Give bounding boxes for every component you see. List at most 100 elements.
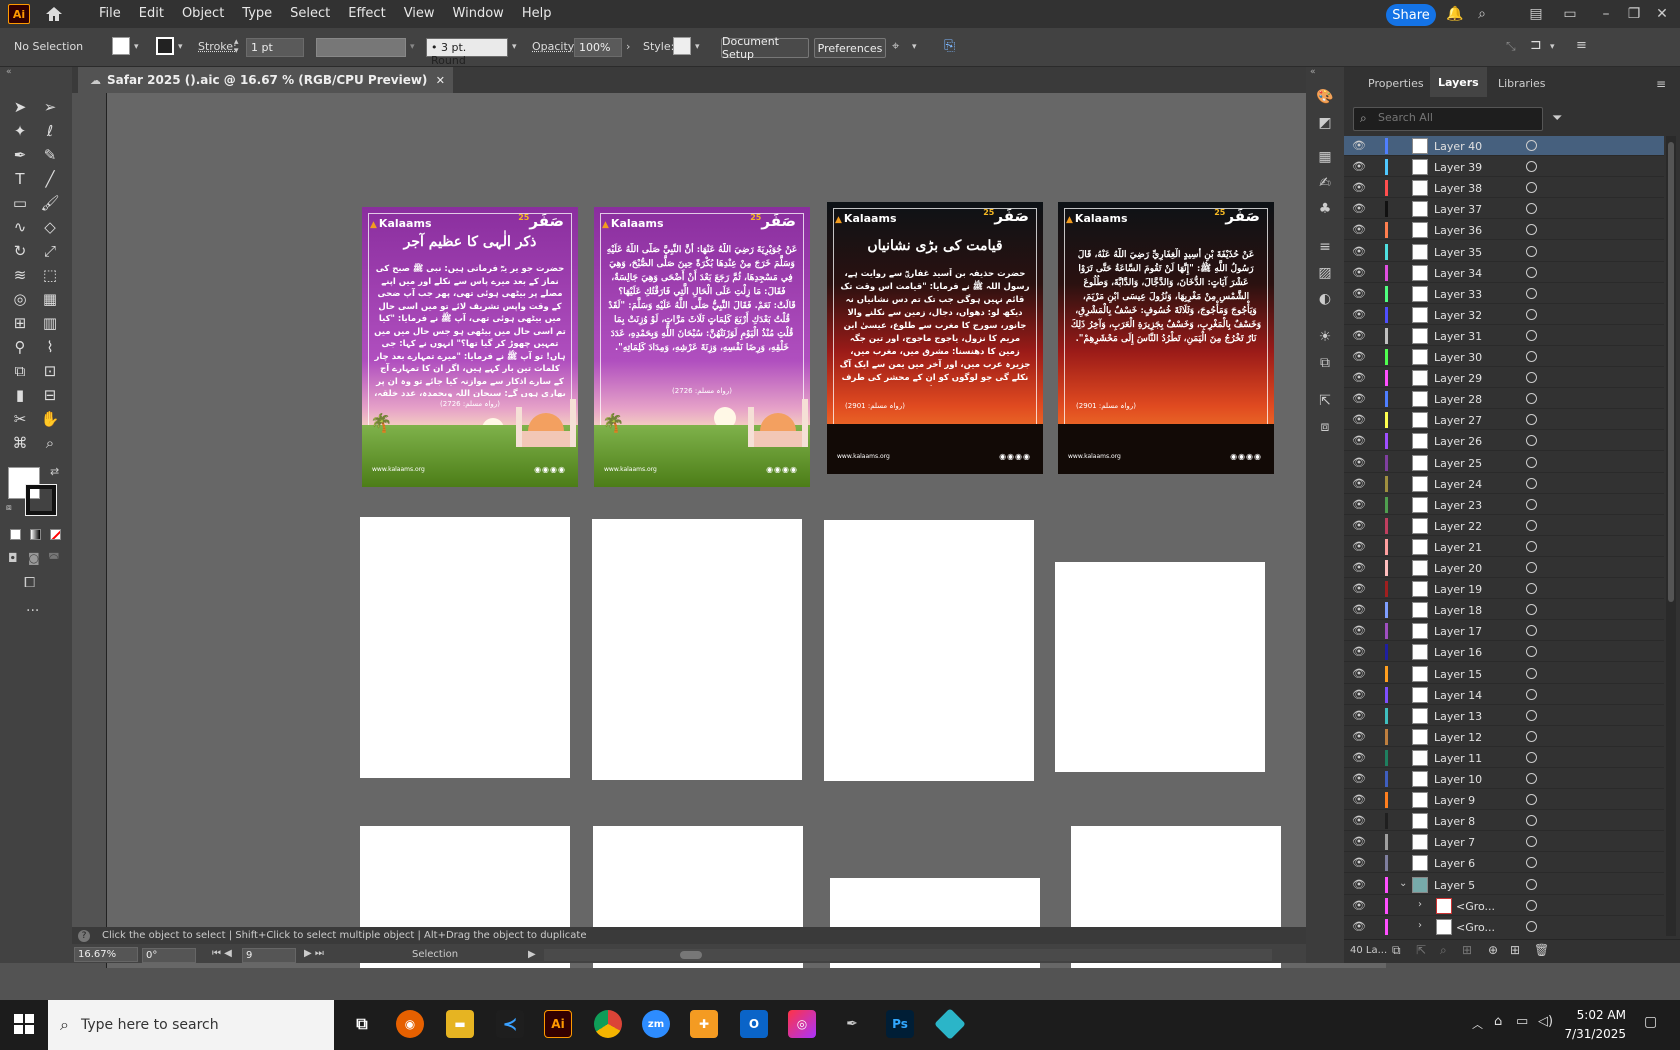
slice-tool-icon[interactable]: ✂ [10,409,30,429]
layer-name[interactable]: Layer 29 [1434,372,1482,385]
visibility-eye-icon[interactable]: 👁 [1352,287,1366,300]
layer-name[interactable]: Layer 5 [1434,879,1475,892]
volume-icon[interactable]: ◁) [1538,1014,1553,1029]
draw-normal-icon[interactable]: ◘ [8,551,18,565]
rectangle-tool-icon[interactable]: ▭ [10,193,30,213]
layer-row[interactable]: 👁 Layer 31 [1344,326,1664,346]
gradient-panel-icon[interactable]: ▨ [1315,263,1335,283]
target-icon[interactable] [1526,351,1537,362]
stroke-stepper[interactable]: ▴ ▾ [234,38,239,56]
target-icon[interactable] [1526,878,1537,890]
target-icon[interactable] [1526,815,1537,827]
layer-name[interactable]: Layer 17 [1434,625,1482,638]
visibility-eye-icon[interactable]: 👁 [1352,181,1366,194]
collapse-panel-icon[interactable]: « [6,67,12,77]
pen-app-icon[interactable]: ✒ [838,1010,866,1038]
target-icon[interactable] [1526,794,1537,806]
swap-colors-icon[interactable]: ⇄ [50,465,59,478]
artboard-tool-icon[interactable]: ⊟ [40,385,60,405]
chrome-icon[interactable] [594,1010,622,1038]
arrange-documents-icon[interactable]: ⌖ [892,39,899,54]
close-icon[interactable]: ✕ [1654,6,1670,22]
layer-name[interactable]: Layer 24 [1434,478,1482,491]
pen-tool-icon[interactable]: ✒ [10,145,30,165]
graphic-styles-icon[interactable]: ⧉ [1315,353,1335,373]
draw-inside-icon[interactable]: ◚ [48,551,60,565]
color-guide-icon[interactable]: ◩ [1315,113,1335,133]
home-icon[interactable] [44,5,64,23]
visibility-eye-icon[interactable]: 👁 [1352,814,1366,827]
target-icon[interactable] [1526,709,1537,721]
photoshop-icon[interactable]: Ps [886,1010,914,1038]
network-icon[interactable]: ⌂ [1494,1014,1502,1029]
artboard-empty[interactable] [824,520,1034,781]
direct-selection-tool-icon[interactable]: ➢ [40,97,60,117]
layer-name[interactable]: Layer 33 [1434,288,1482,301]
layer-name[interactable]: Layer 21 [1434,541,1482,554]
layer-row[interactable]: 👁 Layer 38 [1344,178,1664,199]
target-icon[interactable] [1526,920,1537,932]
status-menu-icon[interactable]: ▶ [528,949,536,960]
visibility-eye-icon[interactable]: 👁 [1352,392,1366,405]
stroke-panel-icon[interactable]: ≡ [1315,237,1335,257]
visibility-eye-icon[interactable]: 👁 [1352,561,1366,574]
visibility-eye-icon[interactable]: 👁 [1352,624,1366,637]
variable-width-profile[interactable] [316,38,406,57]
illustrator-taskbar-icon[interactable]: Ai [544,1010,572,1038]
lasso-icon[interactable]: ℓ [40,121,60,141]
layer-name[interactable]: Layer 37 [1434,203,1482,216]
layer-name[interactable]: Layer 34 [1434,267,1482,280]
menu-file[interactable]: File [90,0,130,28]
appearance-icon[interactable]: ☀ [1315,327,1335,347]
chevron-down-icon[interactable]: ⌄ [1399,878,1407,889]
visibility-eye-icon[interactable]: 👁 [1352,899,1366,912]
layer-row[interactable]: 👁 Layer 14 [1344,685,1664,705]
chevron-down-icon[interactable]: ▾ [410,42,415,52]
artboard-empty[interactable] [360,517,570,778]
target-icon[interactable] [1526,751,1537,763]
layer-name[interactable]: Layer 12 [1434,731,1482,744]
artboard-empty[interactable] [1055,562,1265,772]
menu-icon[interactable]: ≡ [1576,38,1587,53]
menu-effect[interactable]: Effect [339,0,394,28]
opacity-input[interactable]: 100% [574,38,622,57]
layer-row[interactable]: 👁 Layer 16 [1344,642,1664,663]
mesh-tool-icon[interactable]: ⊞ [10,313,30,333]
chevron-down-icon[interactable]: ▾ [695,42,700,52]
share-button[interactable]: Share [1386,4,1436,26]
type-tool-icon[interactable]: T [10,169,30,189]
layer-name[interactable]: Layer 18 [1434,604,1482,617]
layer-row[interactable]: 👁 Layer 10 [1344,769,1664,789]
layer-row[interactable]: 👁 Layer 28 [1344,389,1664,410]
target-icon[interactable] [1526,477,1537,489]
layer-name[interactable]: Layer 26 [1434,435,1482,448]
visibility-eye-icon[interactable]: 👁 [1352,266,1366,279]
more-tools-icon[interactable]: ··· [26,603,39,619]
layer-row[interactable]: 👁 Layer 24 [1344,474,1664,494]
menu-edit[interactable]: Edit [130,0,173,28]
artboard-poster-3[interactable]: Kalaams صَفَر25 قیامت کی بڑی نشانیاں حضر… [827,202,1043,474]
target-icon[interactable] [1526,245,1537,257]
visibility-eye-icon[interactable]: 👁 [1352,793,1366,806]
layer-name[interactable]: Layer 31 [1434,330,1482,343]
filter-icon[interactable]: ⏷ [1552,111,1562,126]
menu-type[interactable]: Type [233,0,281,28]
create-sublayer-icon[interactable]: ⊞ [1462,943,1472,957]
horizontal-scrollbar[interactable] [544,949,1272,961]
document-tab[interactable]: ☁ Safar 2025 ().aic @ 16.67 % (RGB/CPU P… [78,67,453,93]
layer-name[interactable]: Layer 23 [1434,499,1482,512]
layer-name[interactable]: Layer 22 [1434,520,1482,533]
layer-name[interactable]: Layer 25 [1434,457,1482,470]
target-icon[interactable] [1526,857,1537,869]
brush-definition[interactable]: • 3 pt. Round [426,38,508,67]
target-icon[interactable] [1526,182,1537,194]
display-icon[interactable]: ▭ [1516,1014,1528,1029]
layer-row[interactable]: 👁 Layer 26 [1344,431,1664,452]
layer-name[interactable]: Layer 6 [1434,857,1475,870]
target-icon[interactable] [1526,899,1537,911]
chevron-down-icon[interactable]: ▾ [512,42,517,52]
layer-name[interactable]: Layer 13 [1434,710,1482,723]
chevron-down-icon[interactable]: ▾ [912,42,917,52]
layer-name[interactable]: Layer 16 [1434,646,1482,659]
visibility-eye-icon[interactable]: 👁 [1352,223,1366,236]
